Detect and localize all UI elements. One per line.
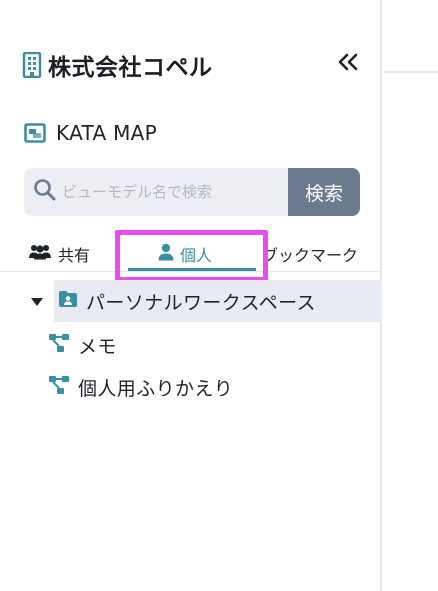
search-field xyxy=(24,168,288,216)
tab-personal-label: 個人 xyxy=(180,246,213,265)
tab-bar: 共有 個人 ブックマーク xyxy=(0,232,382,272)
building-icon xyxy=(22,51,42,79)
double-chevron-left-icon xyxy=(336,52,360,76)
main-header-divider xyxy=(384,71,438,73)
collapse-sidebar-button[interactable] xyxy=(334,50,362,78)
diagram-icon xyxy=(48,375,78,399)
diagram-icon xyxy=(48,333,78,357)
org-header: 株式会社コペル xyxy=(22,48,367,82)
workspace-item[interactable]: パーソナルワークスペース xyxy=(54,280,382,322)
expand-caret[interactable] xyxy=(28,292,46,310)
active-tab-indicator xyxy=(128,268,256,271)
org-name: 株式会社コペル xyxy=(48,55,213,81)
tree-item-memo[interactable]: メモ xyxy=(48,329,117,361)
search-button[interactable]: 検索 xyxy=(288,168,360,216)
search-input[interactable] xyxy=(58,182,288,202)
tab-bookmark[interactable]: ブックマーク xyxy=(262,240,358,268)
tree-item-label: メモ xyxy=(78,335,117,358)
tab-personal[interactable]: 個人 xyxy=(158,240,212,268)
tree-item-retrospective[interactable]: 個人用ふりかえり xyxy=(48,371,233,403)
caret-down-icon xyxy=(30,292,44,311)
map-icon xyxy=(24,123,46,143)
search-icon xyxy=(24,177,58,207)
app-link[interactable]: KATA MAP xyxy=(24,118,157,148)
search-bar: 検索 xyxy=(24,168,360,216)
tab-shared-label: 共有 xyxy=(58,246,91,265)
app-name: KATA MAP xyxy=(56,121,157,145)
tab-bookmark-label: ブックマーク xyxy=(262,246,359,265)
user-icon xyxy=(158,243,180,265)
workspace-icon xyxy=(58,290,78,312)
users-icon xyxy=(28,244,58,264)
workspace-label: パーソナルワークスペース xyxy=(86,291,316,314)
tree-item-label: 個人用ふりかえり xyxy=(78,377,234,400)
tab-shared[interactable]: 共有 xyxy=(28,240,90,268)
sidebar: 株式会社コペル KATA MAP ビューモデル名で検索 検索 共有 個人 ブック… xyxy=(0,0,382,591)
